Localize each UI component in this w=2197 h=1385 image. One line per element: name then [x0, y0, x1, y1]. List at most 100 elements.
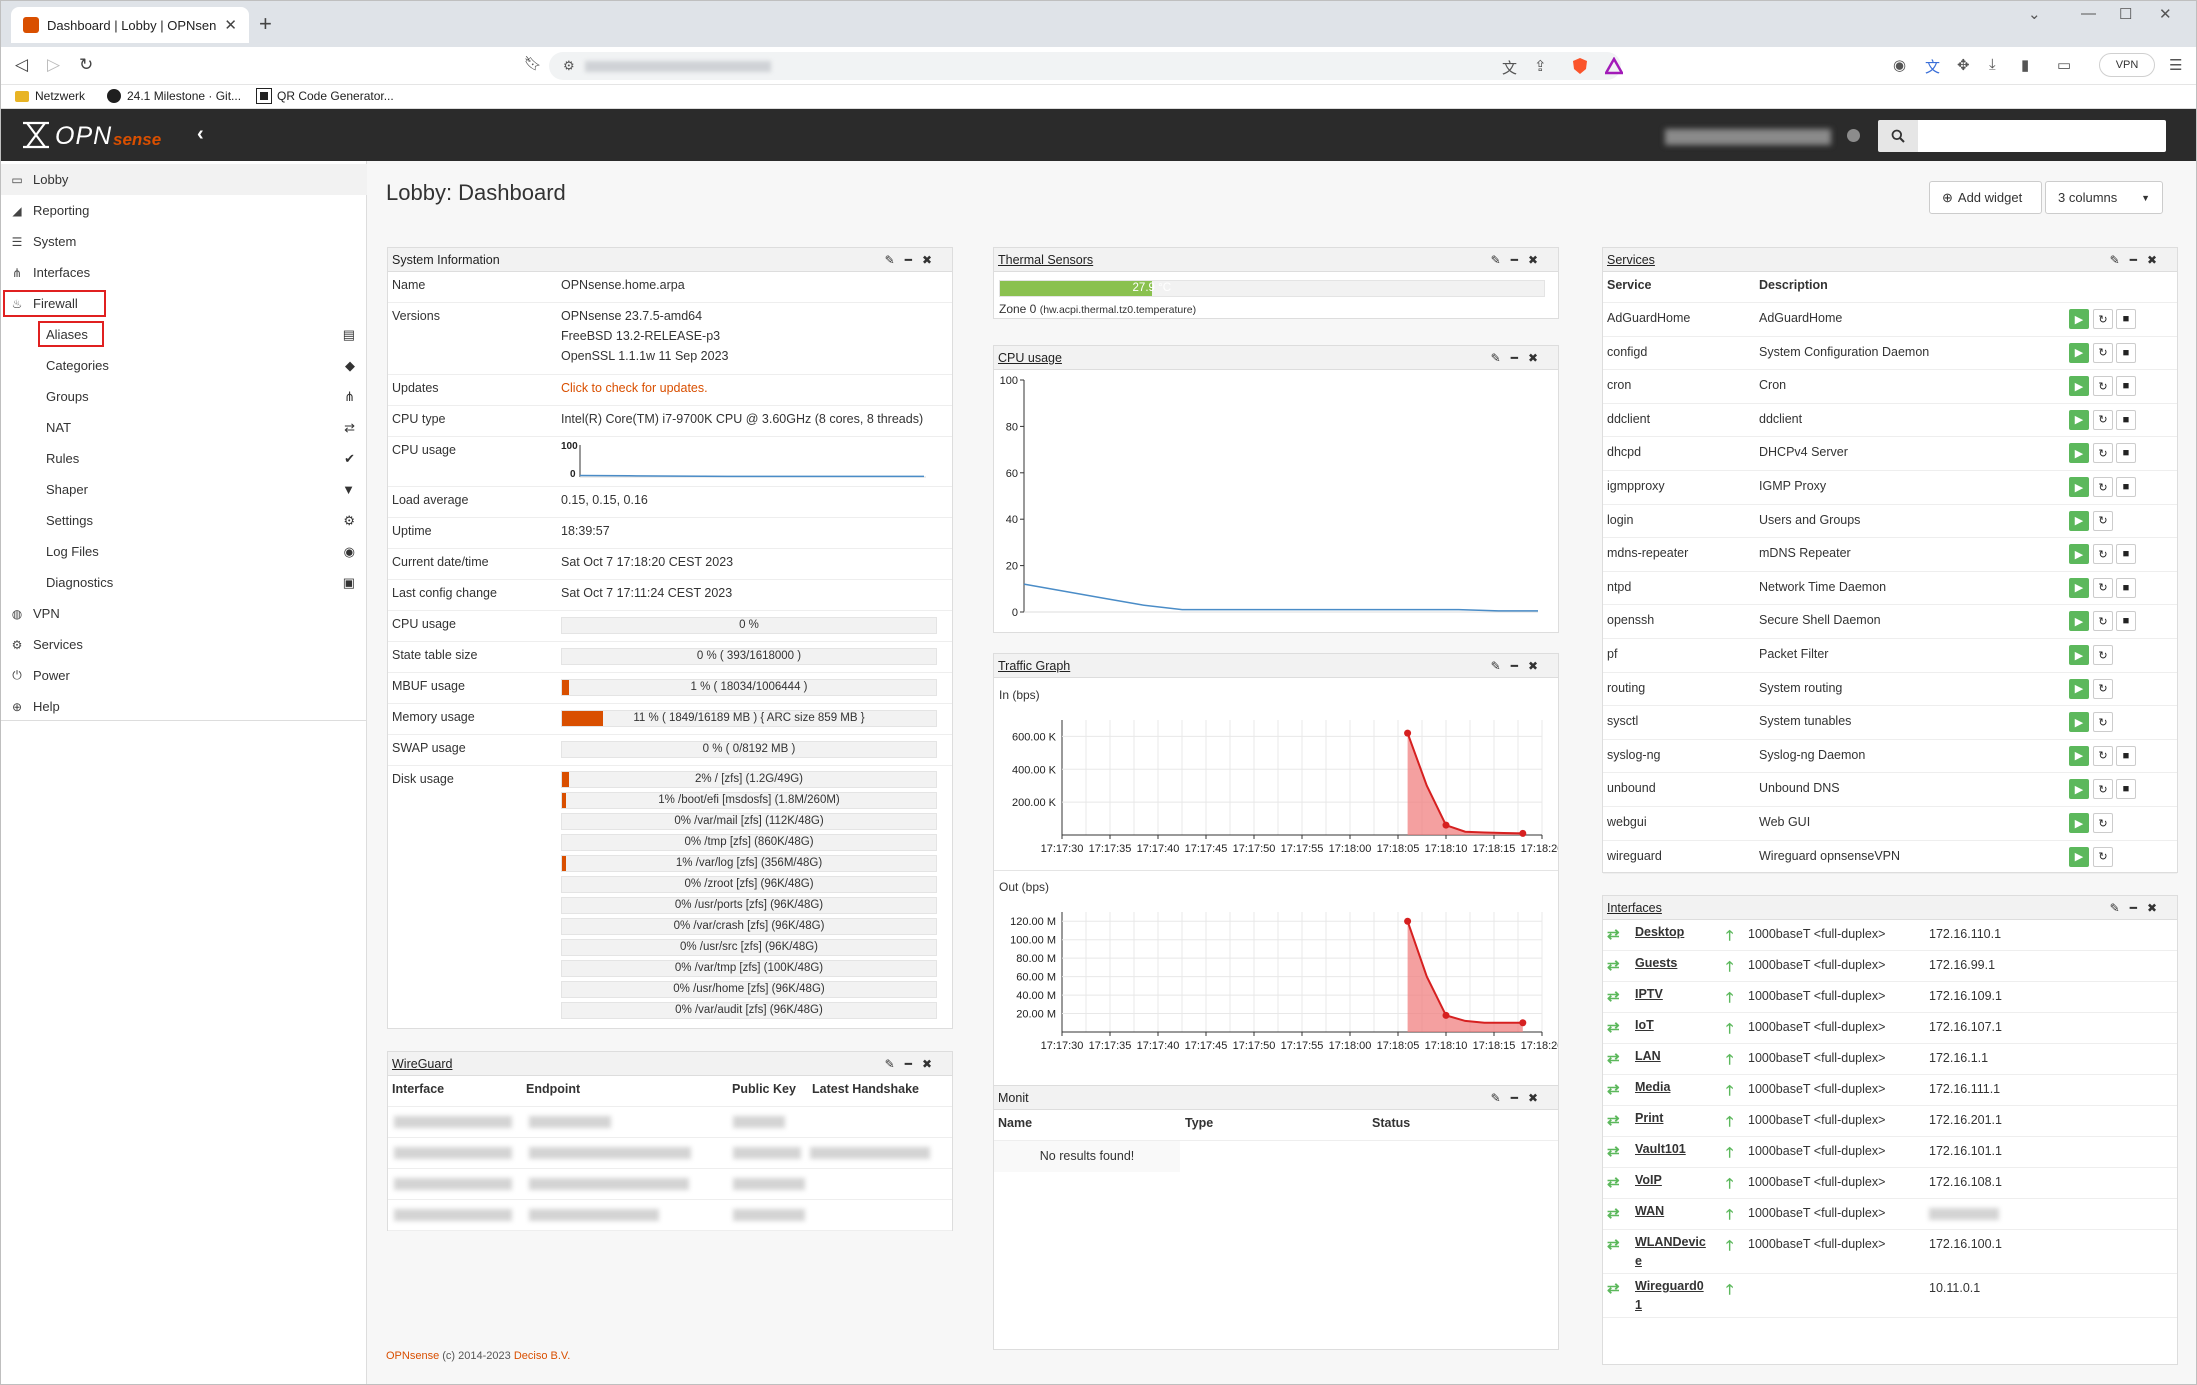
- restart-icon[interactable]: ↻: [2093, 544, 2113, 565]
- share-icon[interactable]: ⇪: [1534, 57, 1547, 75]
- play-icon[interactable]: ▶: [2069, 745, 2089, 766]
- brave-shield-icon[interactable]: [1571, 57, 1589, 75]
- add-widget-button[interactable]: ⊕ Add widget: [1929, 181, 2042, 214]
- play-icon[interactable]: ▶: [2069, 443, 2089, 464]
- widget-title-link[interactable]: CPU usage: [998, 351, 1062, 365]
- close-tab-icon[interactable]: ✕: [224, 16, 237, 34]
- minimize-icon[interactable]: ━: [905, 1057, 922, 1071]
- sidebar-item-services[interactable]: ⚙ Services: [1, 629, 367, 660]
- stop-icon[interactable]: ■: [2116, 376, 2136, 397]
- stop-icon[interactable]: ■: [2116, 611, 2136, 632]
- translate-icon[interactable]: 文: [1502, 57, 1517, 78]
- new-tab-button[interactable]: +: [259, 11, 272, 37]
- bookmark-icon[interactable]: 🔖︎: [524, 55, 542, 72]
- interface-name-link[interactable]: WAN: [1635, 1202, 1664, 1221]
- minimize-window-button[interactable]: —: [2081, 5, 2096, 22]
- restart-icon[interactable]: ↻: [2093, 712, 2113, 733]
- restart-icon[interactable]: ↻: [2093, 309, 2113, 329]
- bookmark-milestone[interactable]: 24.1 Milestone · Git...: [107, 89, 241, 103]
- sidebar-subitem-rules[interactable]: Rules ✔: [1, 443, 367, 474]
- close-icon[interactable]: ✖: [1528, 659, 1548, 673]
- play-icon[interactable]: ▶: [2069, 342, 2089, 363]
- play-icon[interactable]: ▶: [2069, 477, 2089, 497]
- minimize-icon[interactable]: ━: [1511, 659, 1528, 673]
- site-info-icon[interactable]: ⚙: [563, 58, 575, 74]
- bookmark-netzwerk[interactable]: Netzwerk: [15, 89, 85, 103]
- edit-icon[interactable]: ✎: [1491, 1091, 1511, 1105]
- extensions-puzzle-icon[interactable]: ✥: [1957, 56, 1970, 74]
- restart-icon[interactable]: ↻: [2093, 577, 2113, 598]
- minimize-icon[interactable]: ━: [905, 253, 922, 267]
- widget-title-link[interactable]: Services: [1607, 253, 1655, 267]
- columns-select[interactable]: 3 columns ▼: [2045, 181, 2163, 214]
- footer-brand-link[interactable]: OPNsense: [386, 1350, 439, 1362]
- interface-name-link[interactable]: LAN: [1635, 1047, 1661, 1066]
- edit-icon[interactable]: ✎: [885, 253, 905, 267]
- maximize-window-button[interactable]: ☐: [2119, 5, 2132, 23]
- restart-icon[interactable]: ↻: [2093, 477, 2113, 497]
- close-icon[interactable]: ✖: [922, 253, 942, 267]
- stop-icon[interactable]: ■: [2116, 577, 2136, 598]
- stop-icon[interactable]: ■: [2116, 779, 2136, 800]
- footer-company-link[interactable]: Deciso B.V.: [514, 1350, 570, 1362]
- search-input[interactable]: [1918, 120, 2166, 152]
- minimize-icon[interactable]: ━: [2130, 901, 2147, 915]
- extension-2-icon[interactable]: 文: [1925, 56, 1940, 77]
- widget-title-link[interactable]: Thermal Sensors: [998, 253, 1093, 267]
- back-button[interactable]: ◁: [15, 55, 28, 75]
- widget-title-link[interactable]: Interfaces: [1607, 901, 1662, 915]
- close-icon[interactable]: ✖: [2147, 253, 2167, 267]
- play-icon[interactable]: ▶: [2069, 409, 2089, 430]
- stop-icon[interactable]: ■: [2116, 477, 2136, 497]
- interface-name-link[interactable]: IPTV: [1635, 985, 1663, 1004]
- close-icon[interactable]: ✖: [2147, 901, 2167, 915]
- bookmark-qr-generator[interactable]: QR Code Generator...: [256, 88, 394, 104]
- interface-name-link[interactable]: Media: [1635, 1078, 1670, 1097]
- search-icon[interactable]: [1878, 120, 1918, 152]
- restart-icon[interactable]: ↻: [2093, 645, 2113, 665]
- restart-icon[interactable]: ↻: [2093, 376, 2113, 397]
- sidebar-subitem-diagnostics[interactable]: Diagnostics ▣: [1, 567, 367, 598]
- interface-name-link[interactable]: WLANDevic e: [1635, 1233, 1706, 1271]
- play-icon[interactable]: ▶: [2069, 678, 2089, 699]
- sidebar-subitem-groups[interactable]: Groups ⋔: [1, 381, 367, 412]
- interface-name-link[interactable]: Guests: [1635, 954, 1677, 973]
- play-icon[interactable]: ▶: [2069, 712, 2089, 733]
- address-bar[interactable]: ⚙ 文 ⇪: [549, 52, 1623, 80]
- browser-tab[interactable]: Dashboard | Lobby | OPNsense.h ✕: [11, 7, 249, 43]
- sidebar-subitem-shaper[interactable]: Shaper ▼: [1, 474, 367, 505]
- play-icon[interactable]: ▶: [2069, 376, 2089, 397]
- close-icon[interactable]: ✖: [922, 1057, 942, 1071]
- close-icon[interactable]: ✖: [1528, 253, 1548, 267]
- stop-icon[interactable]: ■: [2116, 745, 2136, 766]
- edit-icon[interactable]: ✎: [2110, 253, 2130, 267]
- play-icon[interactable]: ▶: [2069, 544, 2089, 565]
- sidebar-subitem-log-files[interactable]: Log Files ◉: [1, 536, 367, 567]
- restart-icon[interactable]: ↻: [2093, 678, 2113, 699]
- sidebar-subitem-settings[interactable]: Settings ⚙: [1, 505, 367, 536]
- sidebar-collapse-chevron-icon[interactable]: ‹: [197, 123, 204, 146]
- edit-icon[interactable]: ✎: [1491, 253, 1511, 267]
- forward-button[interactable]: ▷: [47, 55, 60, 75]
- close-icon[interactable]: ✖: [1528, 351, 1548, 365]
- interface-name-link[interactable]: IoT: [1635, 1016, 1654, 1035]
- interface-name-link[interactable]: Wireguard0 1: [1635, 1277, 1704, 1315]
- stop-icon[interactable]: ■: [2116, 544, 2136, 565]
- interface-name-link[interactable]: Print: [1635, 1109, 1663, 1128]
- sidebar-item-vpn[interactable]: ◍ VPN: [1, 598, 367, 629]
- restart-icon[interactable]: ↻: [2093, 342, 2113, 363]
- stop-icon[interactable]: ■: [2116, 409, 2136, 430]
- sidebar-item-lobby[interactable]: ▭ Lobby: [1, 164, 367, 195]
- play-icon[interactable]: ▶: [2069, 846, 2089, 867]
- stop-icon[interactable]: ■: [2116, 342, 2136, 363]
- restart-icon[interactable]: ↻: [2093, 846, 2113, 867]
- restart-icon[interactable]: ↻: [2093, 443, 2113, 464]
- close-window-button[interactable]: ✕: [2159, 5, 2172, 23]
- widget-title-link[interactable]: WireGuard: [392, 1057, 452, 1071]
- sidebar-item-help[interactable]: ⊕ Help: [1, 691, 367, 722]
- check-updates-link[interactable]: Click to check for updates.: [561, 381, 708, 395]
- menu-icon[interactable]: ☰: [2169, 56, 2182, 74]
- reload-button[interactable]: ↻: [79, 55, 93, 75]
- interface-name-link[interactable]: VoIP: [1635, 1171, 1662, 1190]
- widget-title-link[interactable]: Traffic Graph: [998, 659, 1070, 673]
